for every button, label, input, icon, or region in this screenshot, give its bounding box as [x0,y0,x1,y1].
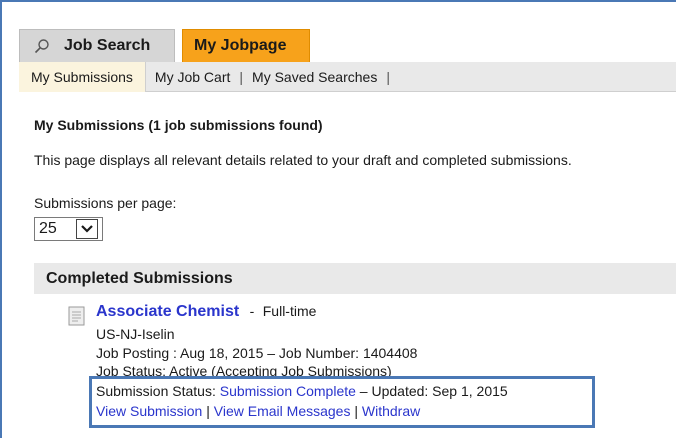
tab-job-search-label: Job Search [64,37,151,54]
document-icon [67,306,87,326]
submission-updated: – Updated: Sep 1, 2015 [359,383,508,399]
subnav-separator: | [386,68,390,85]
submission-status-link[interactable]: Submission Complete [220,383,356,399]
per-page-label: Submissions per page: [34,195,177,211]
job-type: Full-time [262,303,317,319]
job-title-link[interactable]: Associate Chemist [96,303,239,320]
withdraw-link[interactable]: Withdraw [362,403,420,419]
chevron-down-icon[interactable] [76,219,98,239]
job-type-separator: - [249,303,255,319]
submission-actions: View Submission | View Email Messages | … [96,403,420,419]
section-title: Completed Submissions [46,269,233,287]
job-posting-info: Job Posting : Aug 18, 2015 – Job Number:… [96,345,418,361]
completed-submissions-header: Completed Submissions [34,263,676,294]
submission-status-label: Submission Status: [96,383,216,399]
view-submission-link[interactable]: View Submission [96,403,202,419]
subnav-my-submissions[interactable]: My Submissions [19,61,146,92]
per-page-value: 25 [39,220,57,237]
subnav-my-job-cart[interactable]: My Job Cart [146,69,239,85]
page-title: My Submissions (1 job submissions found) [34,117,323,133]
action-separator: | [206,403,210,419]
job-title-line: Associate Chemist - Full-time [96,303,316,321]
sub-navigation: My Submissions My Job Cart | My Saved Se… [19,61,676,92]
search-icon [34,38,50,54]
subnav-my-saved-searches[interactable]: My Saved Searches [243,69,386,85]
job-location: US-NJ-Iselin [96,326,175,342]
page-description: This page displays all relevant details … [34,152,572,168]
submission-status-line: Submission Status: Submission Complete –… [96,383,508,399]
action-separator: | [354,403,358,419]
job-status: Job Status: Active (Accepting Job Submis… [96,363,392,376]
per-page-select[interactable]: 25 [34,217,103,241]
tab-my-jobpage-label: My Jobpage [194,37,287,54]
view-email-messages-link[interactable]: View Email Messages [214,403,351,419]
tab-job-search[interactable]: Job Search [19,29,175,62]
tab-my-jobpage[interactable]: My Jobpage [182,29,310,62]
main-tabs: Job Search My Jobpage [19,29,310,62]
